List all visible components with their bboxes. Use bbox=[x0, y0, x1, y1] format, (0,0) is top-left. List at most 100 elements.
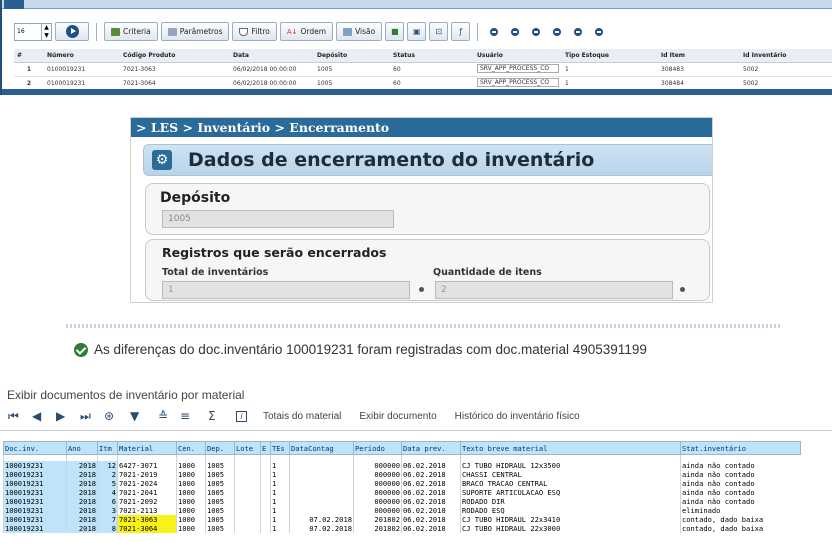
column-header[interactable]: Data bbox=[230, 49, 314, 63]
table-row[interactable]: 100019231 2018 5 7021-2024 1000 1005 1 000000 06… bbox=[3, 478, 801, 488]
column-header[interactable]: Itm bbox=[97, 441, 118, 455]
previous-icon[interactable] bbox=[532, 27, 541, 36]
total-field: 1 bbox=[162, 281, 410, 299]
column-header[interactable]: E bbox=[260, 441, 271, 455]
column-header[interactable]: Tipo Estoque bbox=[562, 49, 658, 63]
column-header[interactable]: Usuário bbox=[474, 49, 562, 63]
report-title: Exibir documentos de inventário por mate… bbox=[7, 388, 245, 402]
cell-per: 201802 bbox=[353, 514, 402, 524]
column-header[interactable]: Número bbox=[44, 49, 120, 63]
column-header[interactable]: Id Item bbox=[658, 49, 740, 63]
column-header[interactable]: Doc.inv. bbox=[3, 441, 67, 455]
cell-tes: 1 bbox=[270, 487, 290, 497]
filtro-label: Filtro bbox=[251, 27, 270, 36]
panel-tab[interactable] bbox=[4, 0, 24, 9]
sort-descending-icon[interactable]: ≡ bbox=[180, 409, 208, 423]
table-row[interactable]: 2 0100019231 7021-3064 06/02/2018 00:00:00 1… bbox=[14, 76, 832, 91]
table-row[interactable]: 100019231 2018 3 7021-2113 1000 1005 1 000000 06… bbox=[3, 505, 801, 515]
filtro-button[interactable]: Filtro bbox=[232, 22, 277, 41]
totais-button[interactable]: Totais do material bbox=[263, 411, 341, 422]
cell-ano: 2018 bbox=[66, 514, 98, 524]
table-row[interactable]: 100019231 2018 6 7021-2092 1000 1005 1 000000 06… bbox=[3, 496, 801, 506]
cell-texto: CJ TUBO HIDRAUL 22x3000 bbox=[460, 523, 681, 533]
registros-section: Registros que serão encerrados Total de … bbox=[145, 239, 710, 301]
sum-icon[interactable]: Σ bbox=[208, 409, 236, 423]
column-header[interactable]: Depósito bbox=[314, 49, 390, 63]
column-header[interactable]: Data prev. bbox=[401, 441, 461, 455]
spinner-icon[interactable]: ▲ ▼ bbox=[41, 23, 51, 40]
column-header[interactable]: Id Inventário bbox=[740, 49, 832, 63]
first-page-icon[interactable] bbox=[490, 27, 499, 36]
column-header[interactable]: Status bbox=[390, 49, 474, 63]
parameters-icon bbox=[167, 27, 177, 36]
form-title-bar: ⚙ Dados de encerramento do inventário bbox=[143, 144, 712, 176]
cell-usuario: SRV_APP_PROCESS_CO bbox=[474, 76, 562, 91]
first-icon[interactable]: ⏮ bbox=[8, 409, 32, 424]
cell-id_item: 308483 bbox=[658, 62, 740, 77]
cell-n: 2 bbox=[14, 76, 44, 91]
expression-button[interactable]: ƒ bbox=[451, 22, 471, 41]
column-header[interactable]: Lote bbox=[234, 441, 261, 455]
table-row[interactable]: 1 0100019231 7021-3063 06/02/2018 00:00:00 1… bbox=[14, 62, 832, 77]
save-button[interactable]: ▣ bbox=[407, 22, 427, 41]
exibir-documento-button[interactable]: Exibir documento bbox=[359, 411, 436, 422]
column-header[interactable]: Ano bbox=[66, 441, 98, 455]
cell-per: 000000 bbox=[353, 496, 402, 506]
column-header[interactable]: Cen. bbox=[176, 441, 206, 455]
table-row[interactable]: 100019231 2018 12 6427-3071 1000 1005 1 000000 0… bbox=[3, 460, 801, 470]
cell-e bbox=[260, 523, 271, 533]
next-icon[interactable] bbox=[553, 27, 562, 36]
quantidade-label: Quantidade de itens bbox=[433, 267, 542, 278]
column-header[interactable]: Texto breve material bbox=[460, 441, 681, 455]
next-page-icon[interactable] bbox=[574, 27, 583, 36]
next-icon[interactable]: ▶ bbox=[56, 409, 80, 423]
filter-icon[interactable]: ▼ bbox=[130, 409, 158, 423]
info-icon[interactable]: i bbox=[236, 410, 247, 422]
column-header[interactable]: DataContag bbox=[289, 441, 354, 455]
column-header[interactable]: Dep. bbox=[205, 441, 235, 455]
last-page-icon[interactable] bbox=[595, 27, 604, 36]
cell-per: 000000 bbox=[353, 505, 402, 515]
column-header[interactable]: Código Produto bbox=[120, 49, 230, 63]
column-header[interactable]: Período bbox=[353, 441, 402, 455]
previous-icon[interactable]: ◀ bbox=[32, 409, 56, 423]
cell-cen: 1000 bbox=[176, 460, 206, 470]
sort-ascending-icon[interactable]: ≙ bbox=[158, 409, 180, 423]
visao-label: Visão bbox=[355, 27, 376, 36]
cell-per: 201802 bbox=[353, 523, 402, 533]
parametros-button[interactable]: Parâmetros bbox=[160, 22, 230, 41]
page-size-select[interactable]: 16 ▲ ▼ bbox=[14, 22, 52, 41]
cell-doc: 100019231 bbox=[3, 487, 67, 497]
historico-button[interactable]: Histórico do inventário físico bbox=[455, 411, 580, 422]
visao-button[interactable]: Visão bbox=[336, 22, 383, 41]
cell-contag bbox=[289, 505, 354, 515]
table-row[interactable]: 100019231 2018 2 7021-2019 1000 1005 1 000000 06… bbox=[3, 469, 801, 479]
table-row[interactable]: 100019231 2018 8 7021-3064 1000 1005 1 07.02.20… bbox=[3, 523, 801, 533]
column-header[interactable]: # bbox=[14, 49, 44, 63]
cell-cen: 1000 bbox=[176, 496, 206, 506]
table-row[interactable]: 100019231 2018 7 7021-3063 1000 1005 1 07.02.20… bbox=[3, 514, 801, 524]
ordem-button[interactable]: A↓ Ordem bbox=[279, 22, 334, 41]
cell-texto: BRACO TRACAO CENTRAL bbox=[460, 478, 681, 488]
grid-toolbar: 16 ▲ ▼ Criteria Parâmetros Filtro A↓ Ordem … bbox=[14, 20, 832, 43]
table-row[interactable]: 100019231 2018 4 7021-2041 1000 1005 1 000000 06… bbox=[3, 487, 801, 497]
cell-dep: 1005 bbox=[205, 487, 235, 497]
window-button[interactable]: ⊡ bbox=[429, 22, 449, 41]
cell-doc: 100019231 bbox=[3, 523, 67, 533]
export-excel-button[interactable]: ■ bbox=[385, 22, 405, 41]
run-button[interactable] bbox=[55, 22, 89, 41]
last-icon[interactable]: ⏭ bbox=[80, 409, 104, 424]
cell-status: 60 bbox=[390, 76, 474, 91]
cell-doc: 100019231 bbox=[3, 496, 67, 506]
column-header[interactable]: Material bbox=[117, 441, 177, 455]
cell-stat: ainda não contado bbox=[680, 469, 801, 479]
cell-prev: 06.02.2018 bbox=[401, 478, 461, 488]
criteria-button[interactable]: Criteria bbox=[104, 22, 158, 41]
cell-cen: 1000 bbox=[176, 469, 206, 479]
cell-stat: ainda não contado bbox=[680, 487, 801, 497]
column-header[interactable]: Stat.inventário bbox=[680, 441, 801, 455]
column-header[interactable]: TEs bbox=[270, 441, 290, 455]
previous-page-icon[interactable] bbox=[511, 27, 520, 36]
search-icon[interactable]: ⊛ bbox=[104, 409, 130, 423]
cell-data: 06/02/2018 00:00:00 bbox=[230, 62, 314, 77]
